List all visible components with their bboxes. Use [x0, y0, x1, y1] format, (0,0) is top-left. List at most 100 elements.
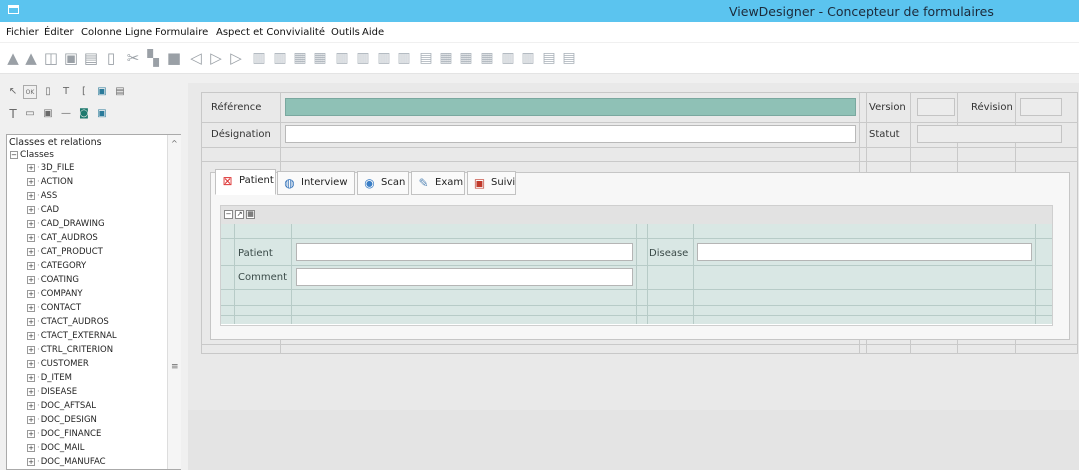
- patient-icon: ⊠: [222, 174, 233, 188]
- pointer-icon[interactable]: ↖: [6, 85, 20, 99]
- grid-line: [201, 161, 1078, 162]
- tree-item[interactable]: + ·ASS: [27, 191, 57, 201]
- insert-column-icon[interactable]: ▥: [251, 49, 267, 67]
- insert-row-icon[interactable]: ▤: [418, 49, 434, 67]
- split-columns-icon[interactable]: ▦: [312, 49, 328, 67]
- tree-item[interactable]: + ·CTACT_AUDROS: [27, 317, 109, 327]
- tree-item[interactable]: + ·3D_FILE: [27, 163, 74, 173]
- frame-tool-icon[interactable]: ▯: [41, 85, 55, 99]
- open-icon[interactable]: ◫: [43, 49, 59, 67]
- patient-field[interactable]: [296, 243, 633, 261]
- save-as-icon[interactable]: ▤: [83, 49, 99, 67]
- new-icon[interactable]: ▯: [103, 49, 119, 67]
- tree-item[interactable]: + ·D_ITEM: [27, 373, 72, 383]
- collapse-icon[interactable]: −: [224, 210, 233, 219]
- designation-field[interactable]: [285, 125, 856, 143]
- menu-editer[interactable]: Éditer: [44, 27, 74, 38]
- tree-item[interactable]: + ·COMPANY: [27, 289, 83, 299]
- cut-icon[interactable]: ✂: [125, 49, 141, 67]
- text-tool-icon[interactable]: T: [59, 85, 73, 99]
- tree-root-classes[interactable]: − Classes: [10, 150, 54, 160]
- menu-outils[interactable]: Outils: [331, 27, 360, 38]
- export-icon[interactable]: ▲: [23, 49, 39, 67]
- reference-field[interactable]: [285, 98, 856, 116]
- picture-tool-icon[interactable]: ▤: [113, 85, 127, 99]
- menu-ligne[interactable]: Ligne: [125, 27, 152, 38]
- tree-item[interactable]: + ·DOC_MAIL: [27, 443, 85, 453]
- separator-tool-icon[interactable]: —: [59, 107, 73, 121]
- tree-item[interactable]: + ·DISEASE: [27, 387, 77, 397]
- tree-scrollbar[interactable]: ^ ≡: [167, 135, 181, 469]
- align-rows-icon[interactable]: ▥: [500, 49, 516, 67]
- save-icon[interactable]: ▣: [63, 49, 79, 67]
- import-icon[interactable]: ▲: [5, 49, 21, 67]
- back-icon[interactable]: ◁: [188, 49, 204, 67]
- tab-suivi[interactable]: ▣ Suivi: [467, 171, 516, 195]
- expand-icon[interactable]: ↗: [235, 210, 244, 219]
- tree-item[interactable]: + ·DOC_AFTSAL: [27, 401, 96, 411]
- tree-item[interactable]: + ·CATEGORY: [27, 261, 86, 271]
- photo-tool-icon[interactable]: ▣: [95, 107, 109, 121]
- tree-item[interactable]: + ·ACTION: [27, 177, 73, 187]
- tree-item[interactable]: + ·CAT_AUDROS: [27, 233, 98, 243]
- disease-field[interactable]: [697, 243, 1032, 261]
- textbox-tool-icon[interactable]: ▭: [23, 107, 37, 121]
- version-field[interactable]: [917, 98, 955, 116]
- merge-rows-icon[interactable]: ▦: [458, 49, 474, 67]
- forward-icon[interactable]: ▷: [208, 49, 224, 67]
- checkbox-tool-icon[interactable]: OK: [23, 85, 37, 99]
- split-rows-icon[interactable]: ▦: [479, 49, 495, 67]
- tab-exam[interactable]: ✎ Exam: [411, 171, 465, 195]
- grid-line: [201, 344, 1078, 345]
- grid-line: [693, 224, 694, 324]
- menu-fichier[interactable]: Fichier: [6, 27, 39, 38]
- revision-field[interactable]: [1020, 98, 1062, 116]
- tree-item[interactable]: + ·DOC_MANUFAC: [27, 457, 106, 467]
- menu-colonne[interactable]: Colonne: [81, 27, 122, 38]
- tree-item[interactable]: + ·CAD_DRAWING: [27, 219, 105, 229]
- tree-item[interactable]: + ·CTACT_EXTERNAL: [27, 331, 117, 341]
- toolbar: ▲ ▲ ◫ ▣ ▤ ▯ ✂ ▚ ■ ◁ ▷ ▷ ▥ ▥ ▦ ▦ ▥ ▥ ▥ ▥ …: [0, 43, 1079, 74]
- image-tool-icon[interactable]: ▣: [95, 85, 109, 99]
- align-columns-icon[interactable]: ▥: [334, 49, 350, 67]
- merge-columns-icon[interactable]: ▦: [292, 49, 308, 67]
- tab-content-toolbar: [221, 206, 1052, 224]
- tree-item[interactable]: + ·CTRL_CRITERION: [27, 345, 113, 355]
- collapse-icon[interactable]: −: [10, 150, 18, 159]
- chevron-up-icon[interactable]: ^: [171, 139, 178, 148]
- insert-row-2-icon[interactable]: ▦: [438, 49, 454, 67]
- window-icon[interactable]: [8, 5, 19, 14]
- row-height-icon[interactable]: ▤: [541, 49, 557, 67]
- comment-field[interactable]: [296, 268, 633, 286]
- tree-item[interactable]: + ·DOC_DESIGN: [27, 415, 97, 425]
- tree-item[interactable]: + ·CONTACT: [27, 303, 81, 313]
- scroll-grip-icon[interactable]: ≡: [171, 362, 179, 372]
- tab-scan[interactable]: ◉ Scan: [357, 171, 409, 195]
- tree-item[interactable]: + ·CAT_PRODUCT: [27, 247, 103, 257]
- copy-icon[interactable]: ▚: [145, 49, 161, 67]
- line-tool-icon[interactable]: [: [77, 85, 91, 99]
- column-width-icon[interactable]: ▥: [376, 49, 392, 67]
- insert-column-2-icon[interactable]: ▥: [272, 49, 288, 67]
- distribute-columns-icon[interactable]: ▥: [355, 49, 371, 67]
- tree-item[interactable]: + ·DOC_FINANCE: [27, 429, 101, 439]
- tree-item[interactable]: + ·CUSTOMER: [27, 359, 89, 369]
- row-props-icon[interactable]: ▤: [561, 49, 577, 67]
- play-icon[interactable]: ▷: [228, 49, 244, 67]
- menu-aide[interactable]: Aide: [362, 27, 384, 38]
- menu-aspect[interactable]: Aspect et Convivialité: [216, 27, 325, 38]
- list-tool-icon[interactable]: ▣: [41, 107, 55, 121]
- column-props-icon[interactable]: ▥: [396, 49, 412, 67]
- label-tool-icon[interactable]: T: [6, 107, 20, 121]
- menu-formulaire[interactable]: Formulaire: [155, 27, 208, 38]
- tree-item[interactable]: + ·COATING: [27, 275, 79, 285]
- button-tool-icon[interactable]: ◙: [77, 107, 91, 121]
- tab-patient[interactable]: ⊠ Patient: [215, 169, 276, 195]
- grid-toggle-icon[interactable]: ▦: [246, 210, 255, 219]
- status-field[interactable]: [917, 125, 1062, 143]
- tree-item[interactable]: + ·CAD: [27, 205, 59, 215]
- distribute-rows-icon[interactable]: ▥: [520, 49, 536, 67]
- tab-interview[interactable]: ◍ Interview: [277, 171, 355, 195]
- paste-icon[interactable]: ■: [166, 49, 182, 67]
- exam-icon: ✎: [418, 176, 429, 190]
